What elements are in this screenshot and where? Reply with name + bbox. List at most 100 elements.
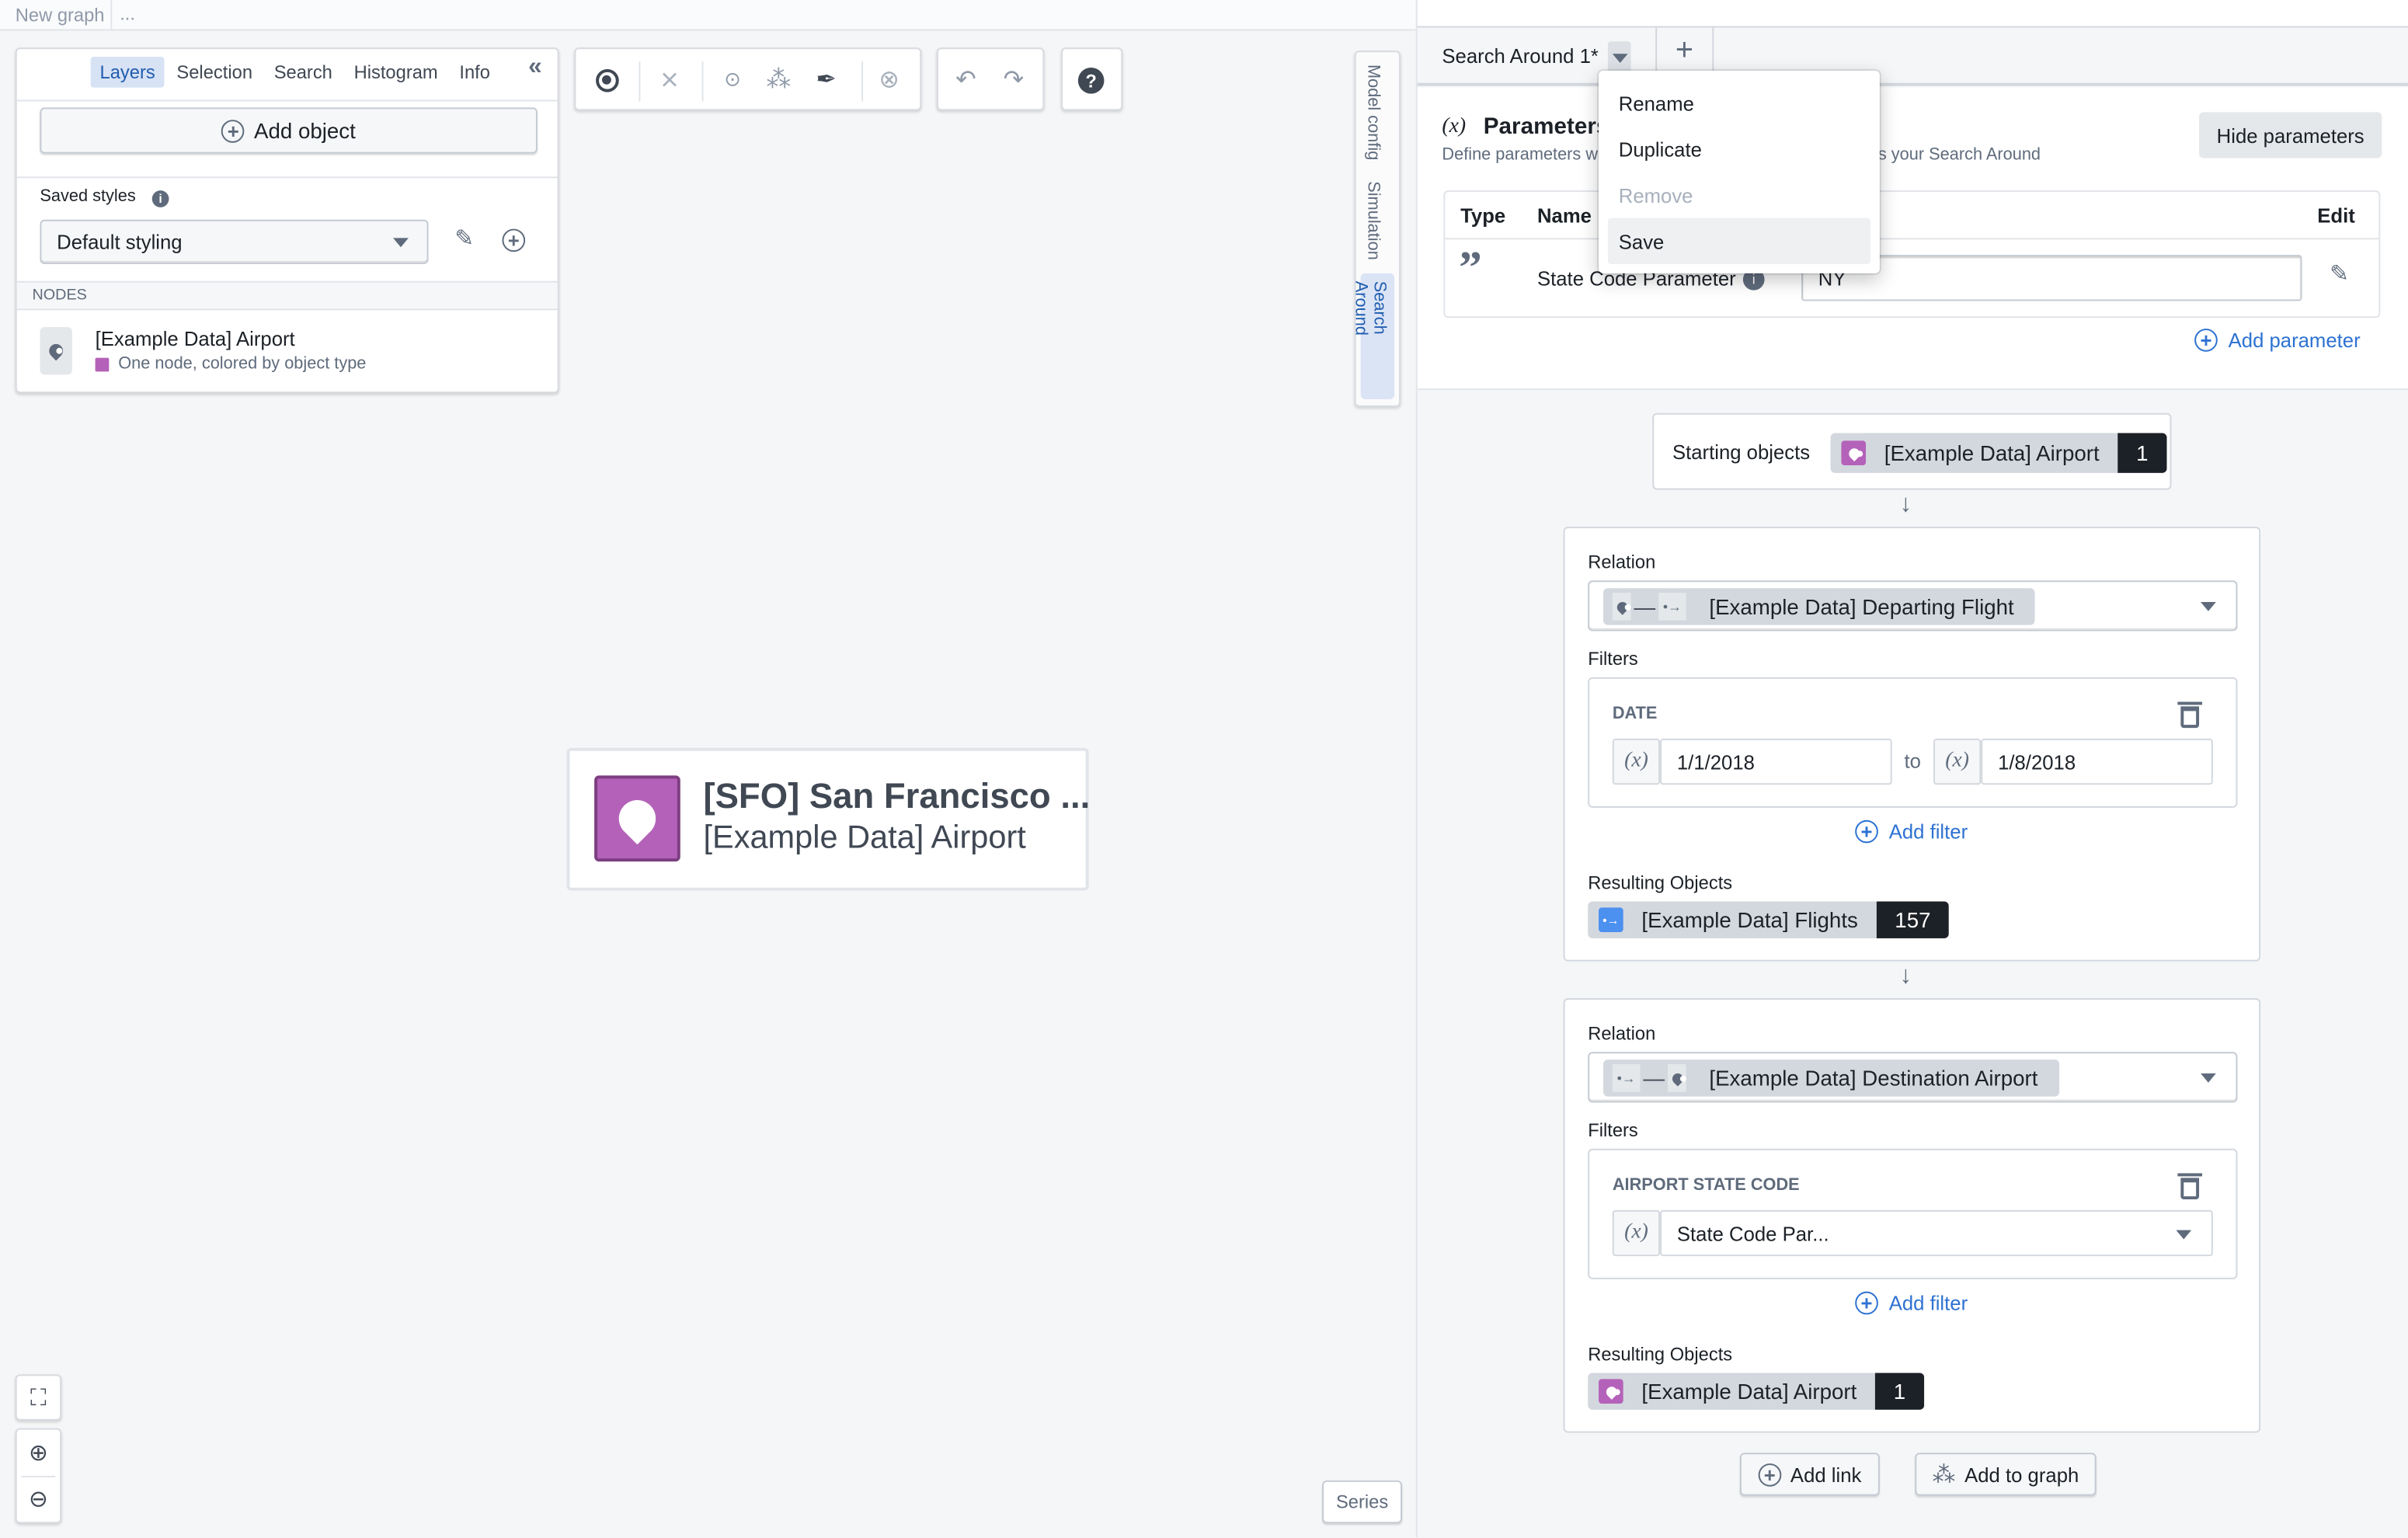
history-toolbar: ↶ ↷ <box>936 47 1045 111</box>
caret-down-icon <box>2201 601 2216 611</box>
tab-selection[interactable]: Selection <box>168 57 262 88</box>
caret-down-icon <box>393 238 409 248</box>
add-to-graph-button[interactable]: ⁂ Add to graph <box>1915 1453 2097 1496</box>
search-step-1: Relation — •→ [Example Data] Departing F… <box>1563 527 2261 962</box>
relation-name: [Example Data] Destination Airport <box>1709 1066 2038 1091</box>
filters-label: Filters <box>1588 648 1638 670</box>
node-title: [SFO] San Francisco ... <box>703 775 1091 816</box>
object-tag[interactable]: [Example Data] Airport 1 <box>1830 433 2167 473</box>
object-name: [Example Data] Airport <box>1884 440 2100 466</box>
zoom-in-icon[interactable]: ⊕ <box>25 1439 53 1467</box>
hide-parameters-button[interactable]: Hide parameters <box>2199 112 2382 158</box>
side-tabs: Model config Simulation Search Around <box>1352 50 1401 407</box>
menu-item-remove: Remove <box>1618 183 1693 207</box>
arrow-down-icon: ↓ <box>1899 491 1912 518</box>
relation-tag: •→ — [Example Data] Destination Airport <box>1602 1060 2060 1097</box>
node-list-item[interactable]: [Example Data] Airport One node, colored… <box>40 325 531 376</box>
trash-icon[interactable] <box>2177 701 2203 729</box>
tab-search[interactable]: Search <box>265 57 342 88</box>
layers-panel: Layers Selection Search Histogram Info «… <box>15 47 559 394</box>
tab-search-around[interactable]: Search Around <box>1352 273 1395 400</box>
add-filter-button[interactable]: + Add filter <box>1855 819 1968 844</box>
menu-item-rename[interactable]: Rename <box>1608 80 1870 126</box>
zoom-out-icon[interactable]: ⊖ <box>25 1485 53 1513</box>
add-tab-button[interactable]: + <box>1676 33 1693 68</box>
saved-style-value: Default styling <box>57 230 183 254</box>
date-to-input[interactable]: 1/8/2018 <box>1981 738 2213 785</box>
result-tag[interactable]: •→ [Example Data] Flights 157 <box>1588 901 1950 938</box>
graph-title[interactable]: New graph <box>16 5 105 26</box>
info-icon[interactable]: i <box>151 190 169 207</box>
undo-icon[interactable]: ↶ <box>951 64 982 96</box>
graph-node[interactable]: [SFO] San Francisco ... [Example Data] A… <box>566 747 1091 891</box>
tab-search-around-1[interactable]: Search Around 1* <box>1442 44 1598 68</box>
tab-layers[interactable]: Layers <box>90 57 165 88</box>
result-count: 157 <box>1876 901 1950 938</box>
divider <box>21 1475 56 1477</box>
divider <box>701 61 704 102</box>
more-menu[interactable]: ... <box>120 3 135 25</box>
link-dash-icon: — <box>1634 594 1656 619</box>
object-count: 1 <box>2117 433 2167 473</box>
state-code-value: State Code Par... <box>1676 1221 1829 1245</box>
nodes-header: NODES <box>16 280 558 311</box>
node-title: [Example Data] Airport <box>95 327 295 350</box>
filter-card: AIRPORT STATE CODE (x) State Code Par... <box>1588 1148 2238 1279</box>
help-icon[interactable]: ? <box>1077 67 1105 94</box>
double-chevron-left-icon[interactable]: « <box>528 54 542 82</box>
tab-simulation[interactable]: Simulation <box>1364 181 1383 260</box>
date-from-input[interactable]: 1/1/2018 <box>1660 738 1892 785</box>
tab-histogram[interactable]: Histogram <box>345 57 447 88</box>
fit-to-screen-button[interactable]: ⛶ <box>15 1374 62 1421</box>
saved-style-select[interactable]: Default styling <box>40 219 429 265</box>
variable-toggle[interactable]: (x) <box>1612 1209 1661 1257</box>
variable-toggle[interactable]: (x) <box>1933 738 1982 785</box>
add-to-graph-label: Add to graph <box>1964 1463 2079 1486</box>
divider <box>16 99 558 102</box>
link-icon[interactable]: ⊙ <box>717 64 748 96</box>
search-step-2: Relation •→ — [Example Data] Destination… <box>1563 998 2261 1433</box>
plus-circle-icon[interactable]: + <box>502 228 526 252</box>
add-link-button[interactable]: + Add link <box>1739 1453 1880 1496</box>
relation-select[interactable]: •→ — [Example Data] Destination Airport <box>1588 1052 2238 1103</box>
redo-icon[interactable]: ↷ <box>998 64 1029 96</box>
series-button[interactable]: Series <box>1322 1480 1403 1524</box>
select-icon[interactable] <box>591 64 622 96</box>
add-object-button[interactable]: + Add object <box>40 107 538 154</box>
trash-icon[interactable] <box>2177 1173 2203 1200</box>
menu-item-save[interactable]: Save <box>1607 217 1870 265</box>
menu-item-duplicate[interactable]: Duplicate <box>1608 126 1870 172</box>
map-marker-icon <box>1612 593 1631 621</box>
result-name: [Example Data] Airport <box>1641 1379 1857 1404</box>
add-filter-label: Add filter <box>1888 1291 1968 1315</box>
pencil-icon[interactable]: ✎ <box>2330 259 2349 287</box>
add-filter-button[interactable]: + Add filter <box>1855 1291 1968 1315</box>
pen-icon[interactable]: ✒ <box>811 64 842 96</box>
plus-circle-icon: + <box>1758 1463 1782 1486</box>
add-parameter-button[interactable]: + Add parameter <box>2194 329 2361 352</box>
tab-menu-button[interactable] <box>1607 41 1631 74</box>
tab-info[interactable]: Info <box>451 57 499 88</box>
relation-label: Relation <box>1588 1022 1656 1045</box>
state-code-select[interactable]: State Code Par... <box>1660 1209 2213 1257</box>
pencil-icon[interactable]: ✎ <box>454 224 474 252</box>
header-name: Name <box>1536 204 1592 228</box>
layout-icon[interactable]: ⨯ <box>654 64 685 96</box>
plus-circle-icon: + <box>221 119 245 142</box>
add-object-label: Add object <box>254 118 356 143</box>
variable-icon: (x) <box>1442 115 1467 138</box>
node-subtitle: One node, colored by object type <box>118 354 367 374</box>
filter-card: DATE (x) 1/1/2018 to (x) 1/8/2018 <box>1588 677 2238 808</box>
table-row: ” State Code Parameter i NY ✎ <box>1445 239 2378 318</box>
parameters-title: Parameters <box>1483 113 1609 140</box>
tab-model-config[interactable]: Model config <box>1364 64 1383 160</box>
relation-select[interactable]: — •→ [Example Data] Departing Flight <box>1588 580 2238 632</box>
graph-icon[interactable]: ⁂ <box>764 64 795 96</box>
filter-name: AIRPORT STATE CODE <box>1612 1176 1800 1195</box>
variable-toggle[interactable]: (x) <box>1612 738 1661 785</box>
fit-icon: ⛶ <box>30 1384 47 1411</box>
remove-icon[interactable]: ⊗ <box>874 64 905 96</box>
header-edit: Edit <box>2317 204 2355 228</box>
starting-objects-label: Starting objects <box>1672 440 1811 465</box>
result-tag[interactable]: [Example Data] Airport 1 <box>1588 1373 1924 1410</box>
